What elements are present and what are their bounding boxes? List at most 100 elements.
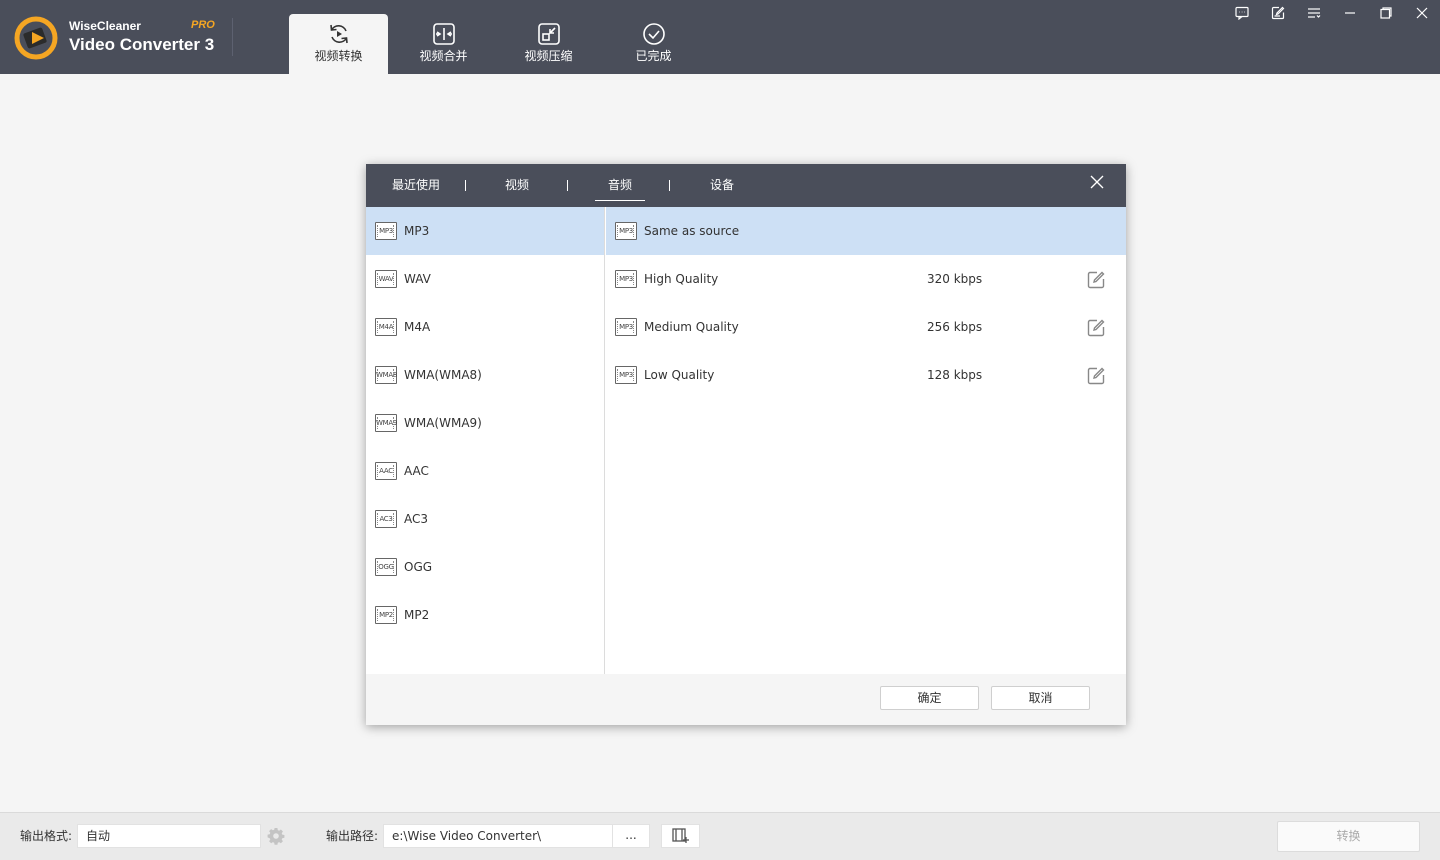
format-item-wma9[interactable]: WMA9 WMA(WMA9)	[366, 399, 604, 447]
preset-list: MP3 Same as source MP3 High Quality 320 …	[606, 207, 1126, 674]
audio-file-icon: WAV	[375, 270, 397, 288]
notes-button[interactable]	[1268, 4, 1288, 22]
format-label: MP3	[404, 224, 430, 238]
menu-icon	[1308, 8, 1321, 18]
audio-file-icon: AAC	[375, 462, 397, 480]
tab-video-compress[interactable]: 视频压缩	[499, 14, 598, 74]
audio-file-icon: AC3	[375, 510, 397, 528]
preset-low-quality[interactable]: MP3 Low Quality 128 kbps	[606, 351, 1126, 399]
merge-icon	[432, 23, 455, 45]
edit-icon[interactable]	[1086, 270, 1106, 290]
feedback-icon	[1235, 6, 1249, 20]
format-item-ac3[interactable]: AC3 AC3	[366, 495, 604, 543]
compress-icon	[537, 23, 560, 45]
edit-note-icon	[1271, 6, 1285, 20]
brand: WiseCleaner Video Converter 3 PRO	[69, 18, 215, 56]
minimize-button[interactable]	[1340, 4, 1360, 22]
brand-divider	[232, 18, 233, 56]
tab-label: 已完成	[635, 49, 672, 63]
dialog-tab-video[interactable]: 视频	[504, 164, 530, 207]
maximize-button[interactable]	[1376, 4, 1396, 22]
tab-video-convert[interactable]: 视频转换	[289, 14, 388, 74]
open-folder-button[interactable]	[661, 824, 700, 848]
dialog-header: 最近使用 视频 音频 设备	[366, 164, 1126, 207]
video-add-icon	[672, 828, 689, 843]
audio-file-icon: MP3	[375, 222, 397, 240]
tab-label: 视频合并	[419, 49, 468, 63]
format-label: MP2	[404, 608, 430, 622]
output-format-select[interactable]: 自动	[77, 824, 261, 848]
pro-badge: PRO	[191, 19, 215, 31]
preset-bitrate: 256 kbps	[927, 320, 983, 334]
format-dialog: 最近使用 视频 音频 设备 MP3 MP3 WAV WAV M4A M4A WM…	[366, 164, 1126, 725]
title-bar: WiseCleaner Video Converter 3 PRO 视频转换 视…	[0, 0, 1440, 74]
audio-file-icon: MP3	[615, 318, 637, 336]
check-circle-icon	[642, 23, 665, 45]
preset-same-as-source[interactable]: MP3 Same as source	[606, 207, 1126, 255]
format-item-mp3[interactable]: MP3 MP3	[366, 207, 604, 255]
format-label: AAC	[404, 464, 429, 478]
format-item-ogg[interactable]: OGG OGG	[366, 543, 604, 591]
preset-medium-quality[interactable]: MP3 Medium Quality 256 kbps	[606, 303, 1126, 351]
dialog-footer: 确定 取消	[366, 674, 1126, 725]
format-label: M4A	[404, 320, 431, 334]
format-item-m4a[interactable]: M4A M4A	[366, 303, 604, 351]
bottom-bar: 输出格式: 自动 输出路径: e:\Wise Video Converter\ …	[0, 812, 1440, 860]
tab-label: 视频压缩	[524, 49, 573, 63]
audio-file-icon: WMA8	[375, 366, 397, 384]
preset-high-quality[interactable]: MP3 High Quality 320 kbps	[606, 255, 1126, 303]
ok-button[interactable]: 确定	[880, 686, 979, 710]
format-item-wav[interactable]: WAV WAV	[366, 255, 604, 303]
audio-file-icon: OGG	[375, 558, 397, 576]
preset-bitrate: 320 kbps	[927, 272, 983, 286]
menu-button[interactable]	[1304, 4, 1324, 22]
format-item-mp2[interactable]: MP2 MP2	[366, 591, 604, 639]
brand-product: Video Converter 3	[69, 35, 215, 54]
output-path-input[interactable]: e:\Wise Video Converter\	[383, 824, 613, 848]
app-logo-icon	[14, 16, 58, 60]
preset-label: Low Quality	[644, 368, 715, 382]
refresh-play-icon	[329, 24, 348, 44]
dialog-tab-recent[interactable]: 最近使用	[392, 164, 440, 207]
close-icon	[1416, 7, 1428, 19]
tab-separator	[669, 180, 670, 191]
preset-bitrate: 128 kbps	[927, 368, 983, 382]
format-item-aac[interactable]: AAC AAC	[366, 447, 604, 495]
dialog-tab-device[interactable]: 设备	[709, 164, 735, 207]
gear-icon[interactable]	[267, 827, 285, 845]
output-format-label: 输出格式:	[20, 829, 73, 843]
audio-file-icon: MP3	[615, 270, 637, 288]
tab-label: 视频转换	[314, 49, 363, 63]
format-label: WMA(WMA8)	[404, 368, 482, 382]
edit-icon[interactable]	[1086, 318, 1106, 338]
format-item-wma8[interactable]: WMA8 WMA(WMA8)	[366, 351, 604, 399]
format-label: OGG	[404, 560, 433, 574]
audio-file-icon: WMA9	[375, 414, 397, 432]
tab-completed[interactable]: 已完成	[604, 14, 703, 74]
audio-file-icon: M4A	[375, 318, 397, 336]
feedback-button[interactable]	[1232, 4, 1252, 22]
tab-separator	[465, 180, 466, 191]
convert-button[interactable]: 转换	[1277, 821, 1420, 852]
audio-file-icon: MP2	[375, 606, 397, 624]
dialog-tab-audio[interactable]: 音频	[595, 164, 645, 207]
audio-file-icon: MP3	[615, 222, 637, 240]
format-label: WAV	[404, 272, 431, 286]
minimize-icon	[1345, 12, 1355, 14]
dialog-close-icon[interactable]	[1089, 174, 1105, 190]
preset-label: High Quality	[644, 272, 719, 286]
edit-icon[interactable]	[1086, 366, 1106, 386]
format-label: AC3	[404, 512, 429, 526]
audio-file-icon: MP3	[615, 366, 637, 384]
tab-separator	[567, 180, 568, 191]
format-label: WMA(WMA9)	[404, 416, 482, 430]
maximize-icon	[1380, 7, 1392, 19]
preset-label: Medium Quality	[644, 320, 739, 334]
format-list: MP3 MP3 WAV WAV M4A M4A WMA8 WMA(WMA8) W…	[366, 207, 605, 674]
close-button[interactable]	[1412, 4, 1432, 22]
tab-video-merge[interactable]: 视频合并	[394, 14, 493, 74]
output-path-label: 输出路径:	[326, 829, 379, 843]
preset-label: Same as source	[644, 224, 740, 238]
browse-button[interactable]: ...	[612, 824, 650, 848]
cancel-button[interactable]: 取消	[991, 686, 1090, 710]
